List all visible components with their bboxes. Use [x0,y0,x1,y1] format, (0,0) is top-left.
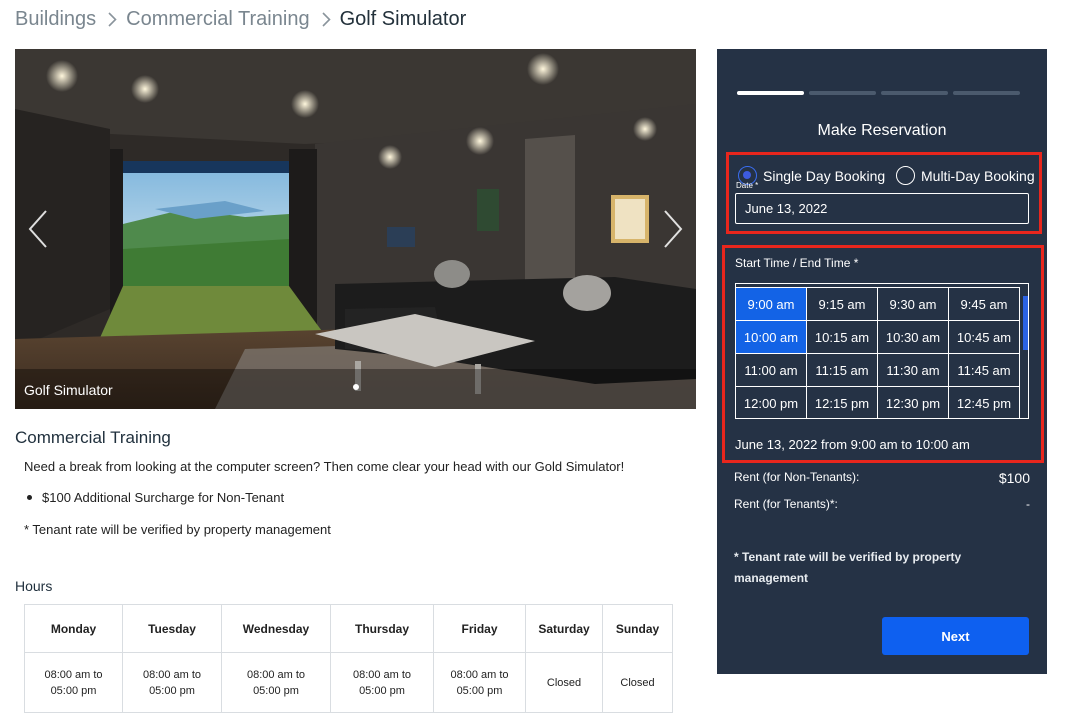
time-slot[interactable]: 11:00 am [736,354,807,387]
hours-cell: Closed [525,652,603,713]
rent-tenants-value: - [1026,497,1030,511]
breadcrumb-buildings[interactable]: Buildings [15,8,96,31]
rent-non-tenants-label: Rent (for Non-Tenants): [734,470,860,484]
time-slot[interactable]: 11:15 am [807,354,878,387]
time-slot[interactable]: 10:30 am [878,321,949,354]
rent-non-tenants-value: $100 [998,470,1030,486]
hours-day-header: Friday [433,604,526,653]
time-grid-scrollbar[interactable] [1022,284,1028,418]
carousel-prev-button[interactable] [27,209,49,249]
time-slot[interactable]: 12:30 pm [878,387,949,418]
hours-day-header: Wednesday [221,604,331,653]
time-slot[interactable]: 12:15 pm [807,387,878,418]
single-day-label[interactable]: Single Day Booking [763,168,885,184]
date-label: Date * [736,181,759,190]
time-slot[interactable]: 9:15 am [807,288,878,321]
breadcrumb: Buildings Commercial Training Golf Simul… [15,8,466,31]
hours-cell: Closed [602,652,673,713]
time-slot[interactable]: 9:45 am [949,288,1020,321]
hours-day-header: Saturday [525,604,603,653]
table-header-row: Monday Tuesday Wednesday Thursday Friday… [24,604,673,653]
time-slot[interactable]: 11:45 am [949,354,1020,387]
date-input[interactable] [735,193,1029,224]
hours-title: Hours [15,578,53,594]
list-item: $100 Additional Surcharge for Non-Tenant [24,490,284,505]
hours-day-header: Thursday [330,604,434,653]
section-title: Commercial Training [15,428,171,447]
chevron-right-icon [321,12,331,27]
rent-non-tenants-row: Rent (for Non-Tenants): $100 [734,470,1030,486]
hours-cell: 08:00 am to 05:00 pm [221,652,331,713]
time-slot[interactable]: 10:00 am [736,321,807,354]
breadcrumb-current: Golf Simulator [339,8,467,30]
tenant-note: * Tenant rate will be verified by proper… [24,522,331,537]
panel-title: Make Reservation [817,122,947,139]
next-button[interactable]: Next [882,617,1029,655]
single-day-radio[interactable]: Single Day Booking [738,166,885,185]
time-slot-grid: 9:00 am 9:15 am 9:30 am 9:45 am 10:00 am… [735,283,1029,419]
hours-cell: 08:00 am to 05:00 pm [24,652,123,713]
step-indicator-3 [881,91,948,95]
panel-tenant-note: * Tenant rate will be verified by proper… [734,550,962,585]
hours-day-header: Monday [24,604,123,653]
hours-cell: 08:00 am to 05:00 pm [330,652,434,713]
booking-type-section: Single Day Booking Multi-Day Booking Dat… [726,152,1042,234]
rent-tenants-row: Rent (for Tenants)*: - [734,497,1030,511]
time-selection-section: Start Time / End Time * 9:00 am 9:15 am … [722,245,1044,463]
carousel-dot[interactable] [353,384,359,390]
booking-summary: June 13, 2022 from 9:00 am to 10:00 am [735,437,970,452]
rent-tenants-label: Rent (for Tenants)*: [734,497,838,511]
hours-cell: 08:00 am to 05:00 pm [433,652,526,713]
time-slot[interactable]: 11:30 am [878,354,949,387]
image-carousel: Golf Simulator [15,49,696,409]
table-row: 08:00 am to 05:00 pm 08:00 am to 05:00 pm … [24,652,673,713]
step-indicator-1 [737,91,804,95]
reservation-panel: Make Reservation Single Day Booking Mult… [717,49,1047,674]
scrollbar-thumb[interactable] [1023,296,1028,350]
hours-cell: 08:00 am to 05:00 pm [122,652,222,713]
hours-day-header: Sunday [602,604,673,653]
breadcrumb-commercial-training[interactable]: Commercial Training [126,8,309,31]
multi-day-label[interactable]: Multi-Day Booking [921,168,1035,184]
bullet-icon [27,495,32,500]
step-progress [737,91,1020,95]
description-text: Need a break from looking at the compute… [24,459,625,474]
carousel-next-button[interactable] [662,209,684,249]
carousel-caption: Golf Simulator [24,382,113,398]
hours-table: Monday Tuesday Wednesday Thursday Friday… [24,604,673,713]
time-slot[interactable]: 9:30 am [878,288,949,321]
time-slot[interactable]: 12:45 pm [949,387,1020,418]
radio-unchecked-icon[interactable] [896,166,915,185]
chevron-right-icon [108,12,117,27]
time-slot[interactable]: 12:00 pm [736,387,807,418]
hours-day-header: Tuesday [122,604,222,653]
time-slot[interactable]: 10:15 am [807,321,878,354]
time-label: Start Time / End Time * [735,256,859,270]
step-indicator-4 [953,91,1020,95]
time-slot[interactable]: 10:45 am [949,321,1020,354]
step-indicator-2 [809,91,876,95]
surcharge-text: $100 Additional Surcharge for Non-Tenant [42,490,285,505]
golf-simulator-photo [15,49,696,409]
time-slot[interactable]: 9:00 am [736,288,807,321]
multi-day-radio[interactable]: Multi-Day Booking [896,166,1035,185]
